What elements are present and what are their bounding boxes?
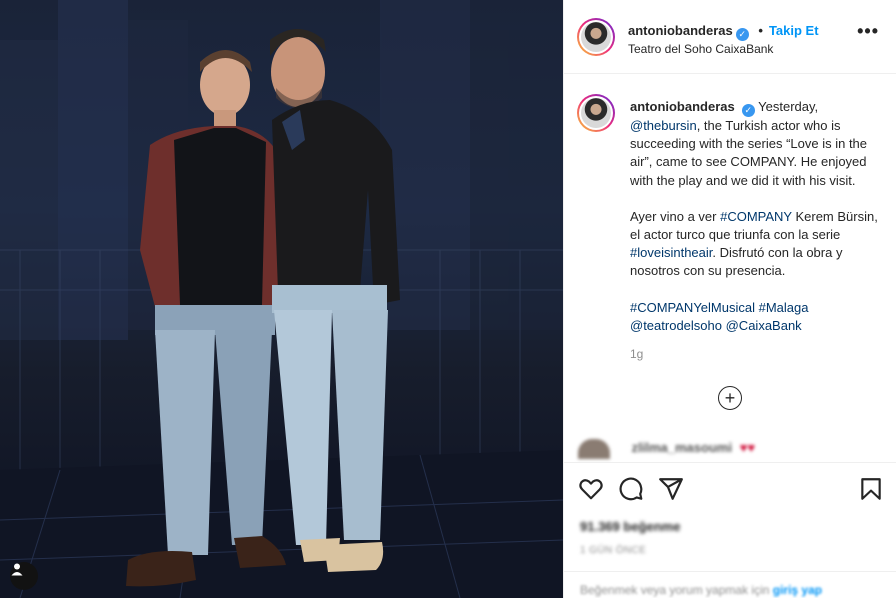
photo-illustration (0, 0, 563, 598)
comment-row: zlilma_masoumi ♥♥ (578, 439, 755, 459)
caption-text: Ayer vino a ver (630, 208, 721, 224)
post-photo[interactable] (0, 0, 563, 598)
comments-area: antoniobanderas ✓ Yesterday, @thebursin, … (564, 74, 896, 462)
author-avatar[interactable] (577, 18, 615, 56)
post-timestamp: 1 GÜN ÖNCE (580, 545, 647, 556)
caption-author-username[interactable]: antoniobanderas (630, 99, 735, 114)
hashtag-link[interactable]: #loveisintheair (630, 245, 712, 260)
mention-link[interactable]: @CaixaBank (726, 318, 802, 333)
caption-text: Yesterday, (758, 99, 819, 114)
like-count[interactable]: 91.369 beğenme (580, 519, 680, 534)
share-icon[interactable] (658, 476, 684, 502)
verified-badge-icon: ✓ (735, 28, 749, 41)
hashtag-link[interactable]: #COMPANY (720, 209, 792, 224)
post-header: antoniobanderas ✓ • Takip Et Teatro del So… (564, 0, 896, 74)
user-icon (11, 563, 23, 576)
login-prompt-bar: Beğenmek veya yorum yapmak için giriş ya… (564, 571, 896, 598)
commenter-username[interactable]: zlilma_masoumi (632, 440, 732, 455)
commenter-avatar[interactable] (578, 439, 610, 459)
heart-icon[interactable] (578, 476, 604, 502)
mention-link[interactable]: @thebursin (630, 118, 697, 133)
comment-emoji: ♥♥ (739, 440, 756, 456)
action-bar: 91.369 beğenme 1 GÜN ÖNCE Beğenmek veya … (564, 462, 896, 598)
separator-dot: • (758, 23, 763, 38)
user-tags-button[interactable] (10, 562, 38, 590)
more-options-icon[interactable]: ••• (857, 22, 879, 40)
author-username[interactable]: antoniobanderas (628, 23, 733, 38)
bookmark-icon[interactable] (858, 476, 884, 502)
hashtag-link[interactable]: #COMPANYelMusical (630, 300, 755, 315)
login-prompt-text: Beğenmek veya yorum yapmak için (580, 583, 773, 597)
post-side-panel: antoniobanderas ✓ • Takip Et Teatro del So… (563, 0, 896, 598)
location-link[interactable]: Teatro del Soho CaixaBank (628, 42, 773, 56)
caption-timestamp: 1g (630, 347, 644, 361)
comment-icon[interactable] (618, 476, 644, 502)
load-more-comments-button[interactable]: + (718, 386, 742, 410)
caption-author-avatar[interactable] (577, 94, 615, 132)
caption: antoniobanderas ✓ Yesterday, @thebursin, … (630, 98, 885, 353)
login-link[interactable]: giriş yap (773, 583, 822, 597)
verified-badge-icon: ✓ (741, 104, 755, 117)
login-prompt: Beğenmek veya yorum yapmak için giriş ya… (580, 583, 822, 597)
header-title-row: antoniobanderas ✓ • Takip Et (628, 23, 819, 41)
hashtag-link[interactable]: #Malaga (759, 300, 809, 315)
mention-link[interactable]: @teatrodelsoho (630, 318, 722, 333)
follow-button[interactable]: Takip Et (769, 23, 819, 38)
